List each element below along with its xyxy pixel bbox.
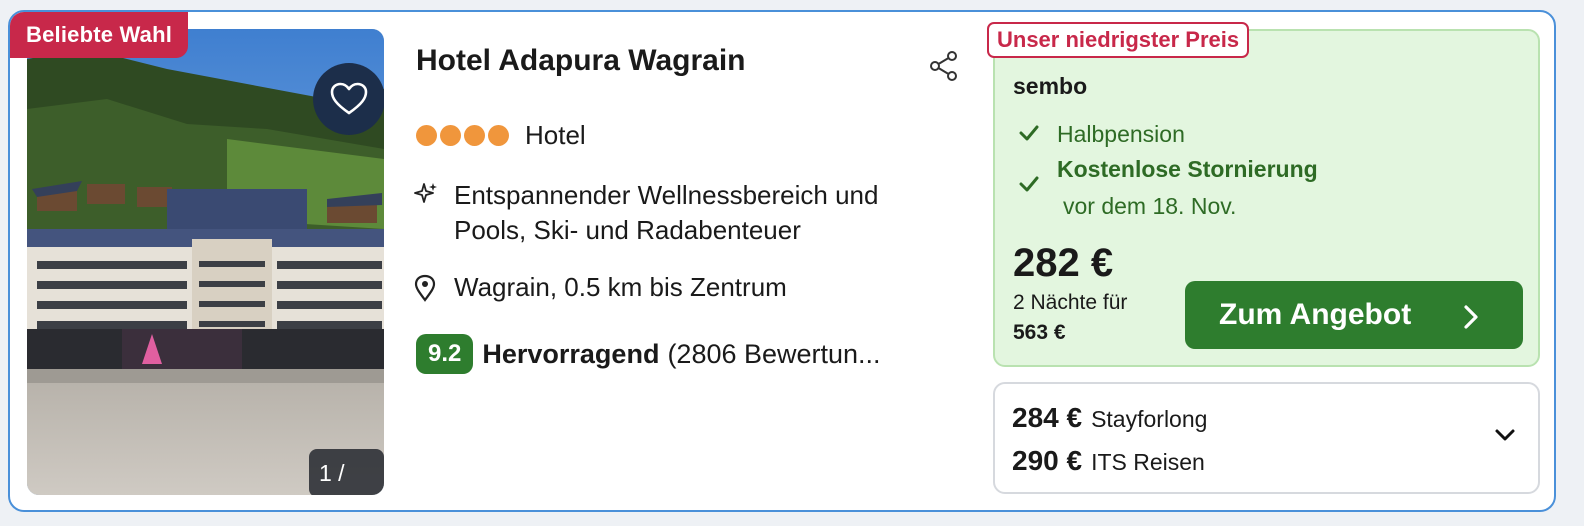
hotel-name[interactable]: Hotel Adapura Wagrain bbox=[416, 44, 745, 78]
other-offer-price: 290 € bbox=[1012, 445, 1083, 476]
location-pin-icon bbox=[414, 270, 440, 307]
other-offer-price: 284 € bbox=[1012, 402, 1083, 433]
best-offer-panel[interactable]: sembo Halbpension Kostenlose Stornierung… bbox=[993, 29, 1540, 367]
other-offer-provider: ITS Reisen bbox=[1091, 449, 1205, 475]
score-badge: 9.2 bbox=[416, 334, 474, 374]
share-icon bbox=[930, 51, 957, 81]
perk-label: Halbpension bbox=[1057, 121, 1185, 147]
rating-dot bbox=[464, 125, 485, 146]
nights-label: 2 Nächte für bbox=[1013, 291, 1128, 314]
popular-badge: Beliebte Wahl bbox=[10, 12, 189, 58]
total-price: 563 € bbox=[1013, 321, 1066, 344]
star-rating: Hotel bbox=[416, 120, 586, 151]
check-icon bbox=[1019, 121, 1041, 148]
rating-dot bbox=[440, 125, 461, 146]
check-icon bbox=[1019, 156, 1041, 199]
perk-label: Kostenlose Stornierung bbox=[1057, 156, 1318, 182]
hotel-location: Wagrain, 0.5 km bis Zentrum bbox=[454, 272, 787, 302]
hotel-photo[interactable]: 1 / 76 bbox=[27, 29, 384, 495]
sparkle-icon bbox=[414, 178, 440, 211]
location-row: Wagrain, 0.5 km bis Zentrum bbox=[414, 270, 787, 307]
rating-dot bbox=[488, 125, 509, 146]
other-offer-row: 290 € ITS Reisen bbox=[1012, 445, 1205, 477]
heart-icon bbox=[330, 82, 368, 115]
chevron-right-icon bbox=[1463, 303, 1479, 337]
offer-price: 282 € bbox=[1013, 241, 1114, 285]
favorite-button[interactable] bbox=[313, 63, 384, 135]
share-button[interactable] bbox=[924, 46, 964, 86]
hotel-card[interactable]: 1 / 76 Beliebte Wahl Hotel Adapura Wagra… bbox=[8, 10, 1556, 512]
review-score[interactable]: 9.2 Hervorragend (2806 Bewertun... bbox=[416, 334, 881, 374]
hotel-category: Hotel bbox=[525, 120, 586, 150]
lowest-price-badge: Unser niedrigster Preis bbox=[987, 22, 1250, 58]
offer-provider: sembo bbox=[1013, 73, 1088, 99]
hotel-highlight: Entspannender Wellnessbereich und Pools,… bbox=[454, 180, 879, 245]
rating-dot bbox=[416, 125, 437, 146]
photo-counter: 1 / 76 bbox=[309, 449, 384, 495]
offer-button-label: Zum Angebot bbox=[1219, 298, 1412, 331]
other-offer-provider: Stayforlong bbox=[1091, 406, 1208, 432]
review-count: (2806 Bewertun... bbox=[667, 338, 881, 369]
offer-button[interactable]: Zum Angebot bbox=[1185, 281, 1523, 349]
chevron-down-icon[interactable] bbox=[1494, 428, 1516, 447]
highlight-row: Entspannender Wellnessbereich und Pools,… bbox=[414, 178, 944, 248]
score-label: Hervorragend bbox=[482, 338, 660, 369]
perk-board: Halbpension bbox=[1019, 121, 1185, 148]
other-offers-dropdown[interactable]: 284 € Stayforlong 290 € ITS Reisen bbox=[993, 382, 1540, 494]
cancellation-deadline: vor dem 18. Nov. bbox=[1063, 193, 1237, 219]
other-offer-row: 284 € Stayforlong bbox=[1012, 402, 1207, 434]
